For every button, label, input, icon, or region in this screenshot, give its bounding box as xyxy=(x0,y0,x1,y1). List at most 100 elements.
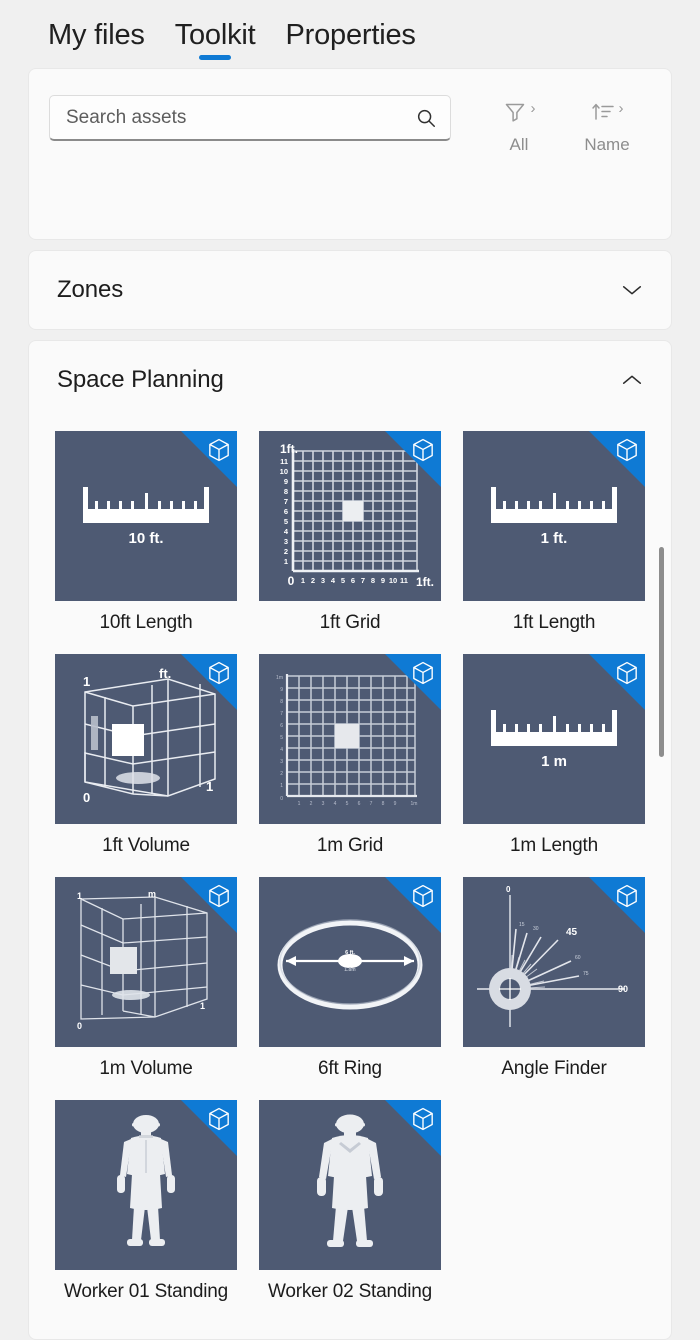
tab-bar: My files Toolkit Properties xyxy=(0,0,700,68)
section-space-planning: Space Planning 10 ft. 10ft Length 1 2 3 … xyxy=(28,340,672,1340)
asset-tile[interactable]: Worker 02 Standing xyxy=(259,1100,441,1323)
asset-label: 10ft Length xyxy=(99,612,193,633)
svg-text:1.8m: 1.8m xyxy=(344,967,356,973)
asset-label: 1m Grid xyxy=(316,835,384,856)
section-zones-header[interactable]: Zones xyxy=(29,251,671,329)
asset-thumbnail[interactable]: 6 ft. 1.8m xyxy=(259,877,441,1047)
section-space-planning-header[interactable]: Space Planning xyxy=(29,341,671,419)
asset-thumbnail[interactable]: 1 m xyxy=(463,654,645,824)
cube-3d-icon xyxy=(617,884,637,908)
asset-tile[interactable]: 1 ft. 1 0 1ft Volume xyxy=(55,654,237,877)
svg-text:6: 6 xyxy=(358,801,361,807)
svg-text:3: 3 xyxy=(280,759,283,765)
asset-tile[interactable]: 1 m 1 0 1m Volume xyxy=(55,877,237,1100)
filter-icon-row: › xyxy=(503,99,536,129)
asset-label: Worker 02 Standing xyxy=(268,1281,432,1302)
asset-thumbnail[interactable]: 1m 9 8 7 6 5 4 3 2 1 0 1 2 3 4 5 6 7 8 9 1m xyxy=(259,654,441,824)
asset-tile[interactable]: 1m 98 76 54 32 10 12 34 56 78 9 1m 1m Gr… xyxy=(259,654,441,877)
asset-thumbnail[interactable]: 1 ft. 1 0 xyxy=(55,654,237,824)
svg-text:4: 4 xyxy=(280,747,283,753)
toolbar: › All › Name xyxy=(475,95,651,155)
volume-label-top-mid: ft. xyxy=(159,666,171,681)
asset-label: 1m Volume xyxy=(99,1058,193,1079)
asset-thumbnail[interactable]: 1 m 1 0 xyxy=(55,877,237,1047)
svg-text:6 ft.: 6 ft. xyxy=(345,950,355,956)
svg-text:7: 7 xyxy=(280,711,283,717)
asset-tile[interactable]: 10 ft. 10ft Length xyxy=(55,431,237,654)
asset-thumbnail[interactable] xyxy=(259,1100,441,1270)
asset-thumbnail[interactable] xyxy=(55,1100,237,1270)
asset-thumbnail[interactable]: 0 45 90 15 30 60 75 xyxy=(463,877,645,1047)
svg-text:3: 3 xyxy=(284,537,288,546)
svg-text:4: 4 xyxy=(334,801,337,807)
svg-text:5: 5 xyxy=(284,517,288,526)
asset-thumbnail[interactable]: 1 ft. xyxy=(463,431,645,601)
tab-label: Properties xyxy=(285,19,416,51)
search-icon[interactable] xyxy=(415,107,437,129)
tab-toolkit[interactable]: Toolkit xyxy=(175,21,256,68)
svg-text:1: 1 xyxy=(284,557,288,566)
cube-3d-icon xyxy=(617,661,637,685)
asset-label: Angle Finder xyxy=(501,1058,607,1079)
asset-tile[interactable]: Worker 01 Standing xyxy=(55,1100,237,1323)
svg-text:5: 5 xyxy=(341,576,345,585)
ruler-measure-text: 10 ft. xyxy=(128,530,163,547)
chevron-up-icon[interactable] xyxy=(621,373,643,387)
svg-text:0: 0 xyxy=(288,574,295,588)
sort-ascending-icon xyxy=(591,103,614,120)
svg-text:5: 5 xyxy=(280,735,283,741)
asset-label: 1ft Volume xyxy=(102,835,190,856)
volume-label-top-left: 1 xyxy=(77,891,82,901)
tab-active-indicator xyxy=(199,55,232,60)
sort-button[interactable]: › Name xyxy=(563,99,651,155)
svg-text:11: 11 xyxy=(400,576,408,585)
cube-3d-icon xyxy=(209,661,229,685)
volume-label-bottom-right: 1 xyxy=(206,779,213,794)
asset-tile[interactable]: 1 m 1m Length xyxy=(463,654,645,877)
sort-icon-row: › xyxy=(591,99,624,129)
grid-corner-label-tl: 1ft. xyxy=(280,442,298,456)
svg-text:75: 75 xyxy=(583,971,589,977)
svg-text:2: 2 xyxy=(284,547,288,556)
chevron-right-icon: › xyxy=(530,100,536,117)
cube-3d-icon xyxy=(413,884,433,908)
svg-text:1: 1 xyxy=(301,576,305,585)
tab-my-files[interactable]: My files xyxy=(48,21,145,68)
sort-label: Name xyxy=(584,135,630,154)
asset-tile[interactable]: 0 45 90 15 30 60 75 Angle Finder xyxy=(463,877,645,1100)
asset-label: 1m Length xyxy=(510,835,598,856)
filter-funnel-icon xyxy=(505,103,524,122)
search-input[interactable] xyxy=(49,95,451,141)
filter-button[interactable]: › All xyxy=(475,99,563,155)
svg-text:8: 8 xyxy=(280,699,283,705)
asset-thumbnail[interactable]: 10 ft. xyxy=(55,431,237,601)
tab-label: My files xyxy=(48,19,145,51)
svg-text:3: 3 xyxy=(322,801,325,807)
chevron-down-icon[interactable] xyxy=(621,283,643,297)
volume-label-origin: 0 xyxy=(77,1021,82,1031)
svg-text:9: 9 xyxy=(381,576,385,585)
grid-corner-label-br: 1ft. xyxy=(416,575,434,589)
asset-tile[interactable]: 1 ft. 1ft Length xyxy=(463,431,645,654)
asset-tile[interactable]: 1 2 3 4 5 6 7 8 9 10 11 123 456 7 8 9 10… xyxy=(259,431,441,654)
tab-properties[interactable]: Properties xyxy=(286,21,416,68)
tab-label: Toolkit xyxy=(174,19,256,51)
asset-tile[interactable]: 6 ft. 1.8m 6ft Ring xyxy=(259,877,441,1100)
svg-text:1: 1 xyxy=(280,783,283,789)
cube-3d-icon xyxy=(209,438,229,462)
svg-text:7: 7 xyxy=(370,801,373,807)
svg-text:15: 15 xyxy=(519,922,525,928)
svg-text:8: 8 xyxy=(382,801,385,807)
svg-text:1: 1 xyxy=(298,801,301,807)
asset-grid-scrollbar[interactable] xyxy=(658,547,665,757)
svg-text:11: 11 xyxy=(280,457,288,466)
section-zones: Zones xyxy=(28,250,672,330)
asset-thumbnail[interactable]: 1 2 3 4 5 6 7 8 9 10 11 123 456 7 8 9 10… xyxy=(259,431,441,601)
asset-label: 1ft Grid xyxy=(319,612,381,633)
svg-text:60: 60 xyxy=(575,955,581,961)
svg-text:2: 2 xyxy=(280,771,283,777)
scrollbar-thumb[interactable] xyxy=(659,547,664,757)
asset-label: 6ft Ring xyxy=(318,1058,382,1079)
svg-text:9: 9 xyxy=(280,687,283,693)
svg-text:4: 4 xyxy=(331,576,336,585)
